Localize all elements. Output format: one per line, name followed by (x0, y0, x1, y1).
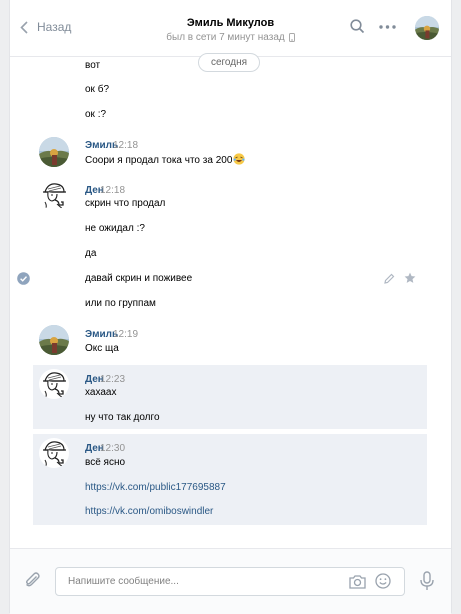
message-text: ок :? (85, 109, 107, 120)
contact-avatar[interactable] (415, 16, 439, 40)
avatar[interactable] (39, 180, 69, 210)
message-text: ну что так долго (85, 412, 160, 423)
contact-status: был в сети 7 минут назад (10, 32, 451, 43)
message-text: да (85, 248, 97, 259)
paperclip-icon[interactable] (24, 571, 42, 589)
date-divider: сегодня (198, 53, 260, 72)
message-text: или по группам (85, 298, 156, 309)
message-time[interactable]: 12:19 (113, 329, 138, 340)
pencil-icon[interactable] (384, 273, 395, 284)
message-input[interactable]: Напишите сообщение... (55, 567, 405, 596)
message-time[interactable]: 12:18 (100, 185, 125, 196)
search-icon[interactable] (350, 19, 365, 34)
message-text: хахаах (85, 387, 117, 398)
avatar[interactable] (39, 137, 69, 167)
more-icon[interactable] (379, 25, 396, 29)
camera-icon[interactable] (349, 574, 366, 589)
message-body: Соори я продал тока что за 200 (85, 155, 233, 166)
smiley-icon[interactable] (375, 573, 391, 589)
message-link[interactable]: https://vk.com/omiboswindler (85, 506, 213, 517)
message-text: ок б? (85, 84, 110, 95)
chat-header: Назад Эмиль Микулов был в сети 7 минут н… (10, 0, 451, 57)
microphone-icon[interactable] (419, 571, 435, 591)
avatar[interactable] (39, 325, 69, 355)
message-text: Окс ща (85, 343, 119, 354)
message-link[interactable]: https://vk.com/public177695887 (85, 482, 226, 493)
phone-icon (288, 33, 295, 42)
message-text: Соори я продал тока что за 200 (85, 153, 245, 166)
message-composer: Напишите сообщение... (10, 548, 451, 614)
chat-panel: Назад Эмиль Микулов был в сети 7 минут н… (9, 0, 452, 614)
message-time[interactable]: 12:23 (100, 374, 125, 385)
status-text: был в сети 7 минут назад (166, 32, 285, 43)
message-text: всё ясно (85, 457, 126, 468)
message-text: скрин что продал (85, 198, 166, 209)
star-icon[interactable] (404, 272, 416, 284)
avatar[interactable] (39, 438, 69, 468)
avatar[interactable] (39, 369, 69, 399)
check-circle-icon[interactable] (17, 272, 30, 285)
message-time[interactable]: 12:30 (100, 443, 125, 454)
laughing-face-emoji (233, 153, 245, 165)
message-time[interactable]: 12:18 (113, 140, 138, 151)
message-text: давай скрин и поживее (85, 273, 193, 284)
message-text: не ожидал :? (85, 223, 145, 234)
message-text: вот (85, 60, 101, 71)
message-input-placeholder: Напишите сообщение... (68, 576, 179, 587)
